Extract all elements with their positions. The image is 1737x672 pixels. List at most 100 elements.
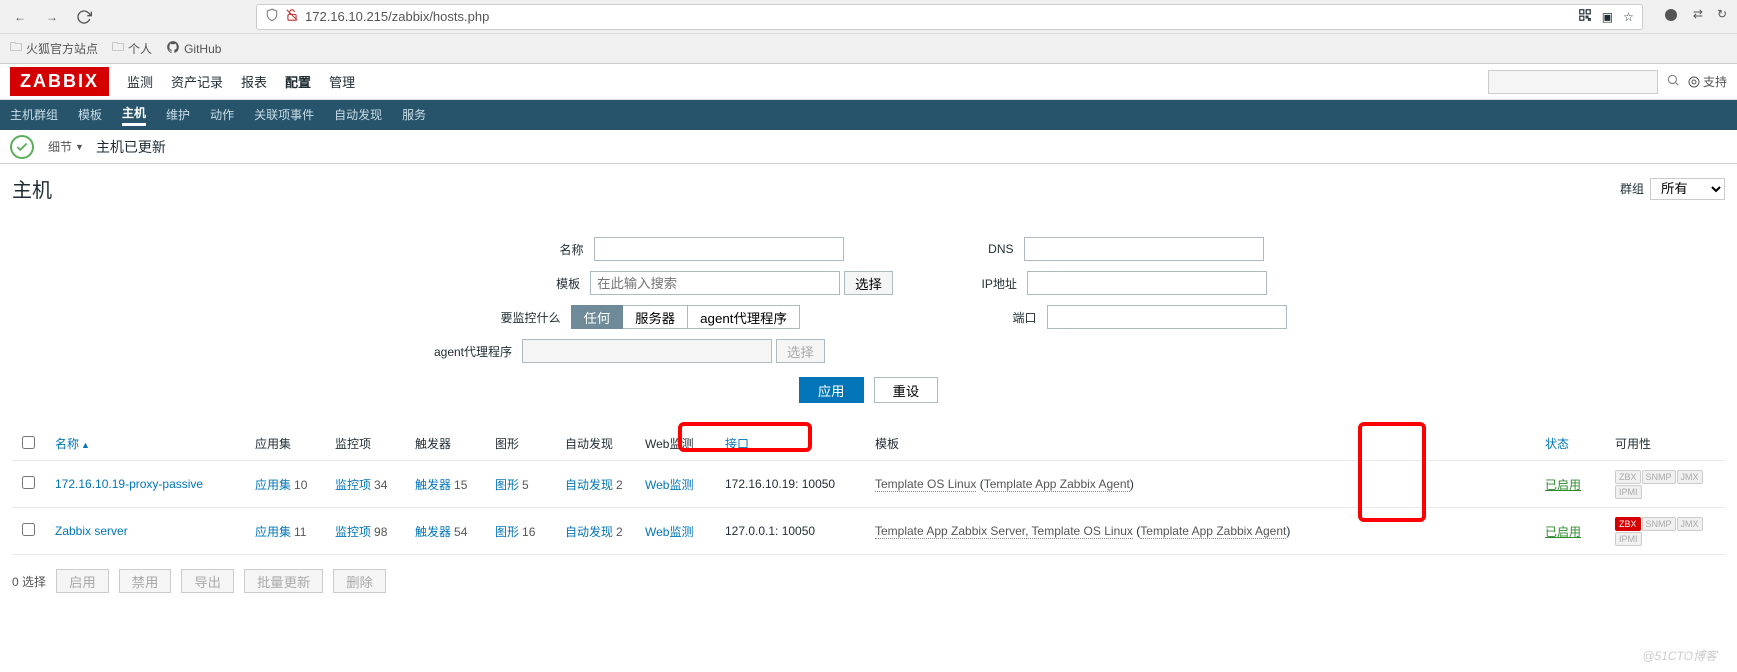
col-triggers: 触发器 <box>405 427 485 461</box>
filter-monitor-proxy[interactable]: agent代理程序 <box>688 305 800 329</box>
filter-template-select-btn[interactable]: 选择 <box>844 271 893 295</box>
col-interface[interactable]: 接口 <box>725 437 749 451</box>
status-toggle[interactable]: 已启用 <box>1545 478 1581 492</box>
bulk-export-button[interactable]: 导出 <box>181 569 234 593</box>
filter-ip-input[interactable] <box>1027 271 1267 295</box>
lock-slash-icon <box>285 8 299 25</box>
global-search-input[interactable] <box>1488 70 1658 94</box>
col-name[interactable]: 名称▲ <box>55 437 90 451</box>
graphs-link[interactable]: 图形 <box>495 478 519 492</box>
bookmark-firefox[interactable]: 🗀火狐官方站点 <box>10 38 98 59</box>
bulk-delete-button[interactable]: 删除 <box>333 569 386 593</box>
triggers-link[interactable]: 触发器 <box>415 478 451 492</box>
browser-right-icons: ⇄ ↻ <box>1663 7 1727 26</box>
bulk-massupdate-button[interactable]: 批量更新 <box>244 569 323 593</box>
search-icon[interactable] <box>1666 73 1680 90</box>
nav-reports[interactable]: 报表 <box>241 72 267 91</box>
apps-link[interactable]: 应用集 <box>255 478 291 492</box>
hosts-table: 名称▲ 应用集 监控项 触发器 图形 自动发现 Web监测 接口 模板 状态 可… <box>12 427 1725 555</box>
filter-dns-input[interactable] <box>1024 237 1264 261</box>
triggers-count: 54 <box>454 525 467 539</box>
graphs-link[interactable]: 图形 <box>495 525 519 539</box>
zabbix-logo[interactable]: ZABBIX <box>10 67 109 96</box>
filter-monitor-server[interactable]: 服务器 <box>623 305 688 329</box>
template-link[interactable]: Template OS Linux <box>875 477 976 492</box>
status-toggle[interactable]: 已启用 <box>1545 525 1581 539</box>
avail-snmp: SNMP <box>1642 517 1676 531</box>
zabbix-sub-nav: 主机群组 模板 主机 维护 动作 关联项事件 自动发现 服务 <box>0 100 1737 130</box>
qr-icon[interactable] <box>1578 8 1592 25</box>
bookmark-github[interactable]: GitHub <box>166 40 221 57</box>
web-link[interactable]: Web监测 <box>645 478 693 492</box>
filter-port-input[interactable] <box>1047 305 1287 329</box>
subnav-maintenance[interactable]: 维护 <box>166 106 190 125</box>
nav-configuration[interactable]: 配置 <box>285 72 311 91</box>
filter-apply-button[interactable]: 应用 <box>799 377 864 403</box>
nav-inventory[interactable]: 资产记录 <box>171 72 223 91</box>
interface-cell: 127.0.0.1: 10050 <box>715 508 865 555</box>
apps-count: 10 <box>294 478 307 492</box>
row-checkbox[interactable] <box>22 476 35 489</box>
group-label: 群组 <box>1620 180 1644 197</box>
select-all-checkbox[interactable] <box>22 436 35 449</box>
filter-proxy-label: agent代理程序 <box>402 343 512 360</box>
notice-detail-toggle[interactable]: 细节 ▼ <box>48 138 84 155</box>
apps-link[interactable]: 应用集 <box>255 525 291 539</box>
triggers-link[interactable]: 触发器 <box>415 525 451 539</box>
refresh-icon[interactable]: ↻ <box>1717 7 1727 26</box>
filter-proxy-input[interactable] <box>522 339 772 363</box>
zabbix-top-nav: ZABBIX 监测 资产记录 报表 配置 管理 支持 <box>0 64 1737 100</box>
avail-zbx: ZBX <box>1615 517 1641 531</box>
filter-monitor-group: 任何 服务器 agent代理程序 <box>571 305 867 329</box>
filter-name-input[interactable] <box>594 237 844 261</box>
template-sub-link[interactable]: Template App Zabbix Agent <box>1140 524 1286 539</box>
bulk-disable-button[interactable]: 禁用 <box>119 569 172 593</box>
filter-reset-button[interactable]: 重设 <box>874 377 939 403</box>
bookmark-personal[interactable]: 🗀个人 <box>112 38 152 59</box>
subnav-actions[interactable]: 动作 <box>210 106 234 125</box>
filter-name-label: 名称 <box>474 241 584 258</box>
bulk-action-bar: 0 选择 启用 禁用 导出 批量更新 删除 <box>0 555 1737 607</box>
back-button[interactable]: ← <box>10 7 30 27</box>
template-sub-link[interactable]: Template App Zabbix Agent <box>984 477 1130 492</box>
row-checkbox[interactable] <box>22 523 35 536</box>
selected-count: 0 选择 <box>12 573 46 590</box>
col-web: Web监测 <box>635 427 715 461</box>
nav-monitoring[interactable]: 监测 <box>127 72 153 91</box>
avail-jmx: JMX <box>1677 517 1703 531</box>
arrows-icon[interactable]: ⇄ <box>1693 7 1703 26</box>
items-count: 34 <box>374 478 387 492</box>
bulk-enable-button[interactable]: 启用 <box>56 569 109 593</box>
subnav-templates[interactable]: 模板 <box>78 106 102 125</box>
filter-template-input[interactable] <box>590 271 840 295</box>
support-link[interactable]: 支持 <box>1688 73 1727 90</box>
col-status[interactable]: 状态 <box>1545 437 1569 451</box>
filter-ip-label: IP地址 <box>907 275 1017 292</box>
items-link[interactable]: 监控项 <box>335 525 371 539</box>
translate-icon[interactable]: ▣ <box>1602 10 1613 24</box>
forward-button[interactable]: → <box>42 7 62 27</box>
bookmark-star-icon[interactable]: ☆ <box>1623 10 1634 24</box>
subnav-discovery[interactable]: 自动发现 <box>334 106 382 125</box>
host-name-link[interactable]: 172.16.10.19-proxy-passive <box>55 477 203 491</box>
subnav-services[interactable]: 服务 <box>402 106 426 125</box>
reload-button[interactable] <box>74 7 94 27</box>
items-link[interactable]: 监控项 <box>335 478 371 492</box>
browser-toolbar: ← → 172.16.10.215/zabbix/hosts.php ▣ ☆ ⇄… <box>0 0 1737 34</box>
host-name-link[interactable]: Zabbix server <box>55 524 128 538</box>
discovery-link[interactable]: 自动发现 <box>565 525 613 539</box>
group-select[interactable]: 所有 <box>1650 178 1725 200</box>
subnav-hosts[interactable]: 主机 <box>122 104 146 126</box>
chevron-down-icon: ▼ <box>75 142 84 152</box>
web-link[interactable]: Web监测 <box>645 525 693 539</box>
triggers-count: 15 <box>454 478 467 492</box>
discovery-link[interactable]: 自动发现 <box>565 478 613 492</box>
filter-monitor-any[interactable]: 任何 <box>571 305 624 329</box>
url-bar[interactable]: 172.16.10.215/zabbix/hosts.php ▣ ☆ <box>256 4 1643 30</box>
subnav-hostgroups[interactable]: 主机群组 <box>10 106 58 125</box>
nav-administration[interactable]: 管理 <box>329 72 355 91</box>
clock-icon[interactable] <box>1663 7 1679 26</box>
template-link[interactable]: Template App Zabbix Server, Template OS … <box>875 524 1133 539</box>
subnav-correlation[interactable]: 关联项事件 <box>254 106 314 125</box>
avail-ipmi: IPMI <box>1615 485 1642 499</box>
